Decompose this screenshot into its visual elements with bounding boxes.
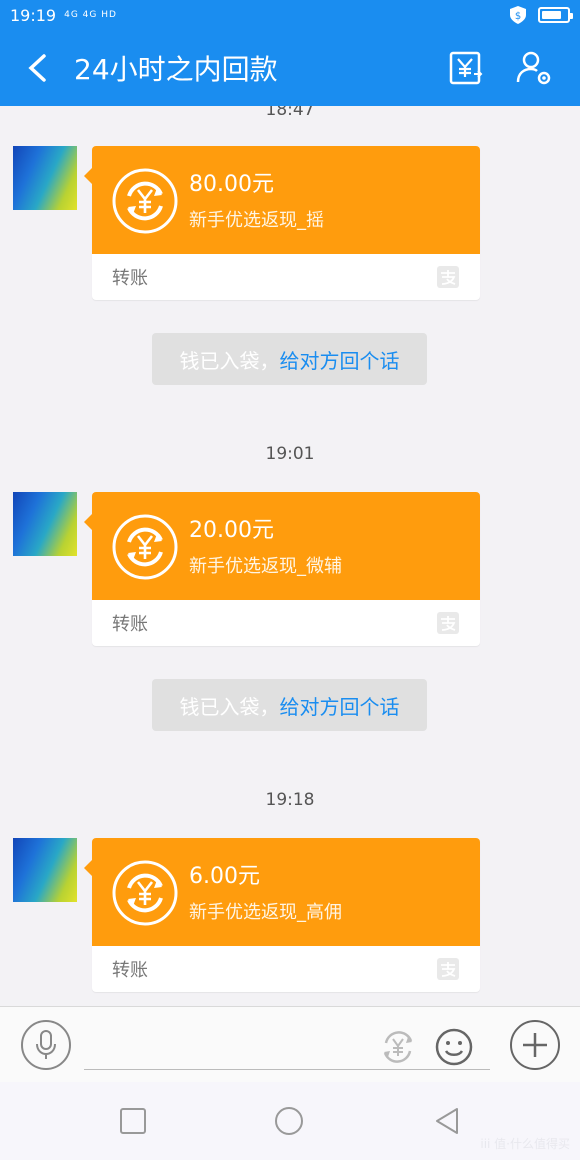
shield-icon: $ — [510, 6, 526, 24]
chat-area[interactable]: 18:47 80.00元 新手优选返现_摇 转账 钱已入袋， 给对方回个话 19:… — [0, 106, 580, 1006]
reply-link[interactable]: 给对方回个话 — [280, 345, 400, 374]
transfer-amount: 6.00元 — [189, 864, 260, 889]
smile-icon[interactable] — [434, 1027, 474, 1067]
transfer-card[interactable]: 20.00元 新手优选返现_微辅 转账 — [84, 492, 480, 646]
timestamp: 19:18 — [265, 790, 315, 810]
transfer-amount: 20.00元 — [189, 518, 274, 543]
back-triangle-icon[interactable] — [432, 1106, 462, 1136]
message-input[interactable] — [84, 1069, 490, 1070]
profile-settings-button[interactable] — [514, 48, 554, 88]
transfer-description: 新手优选返现_摇 — [189, 210, 324, 231]
ack-notice: 钱已入袋， 给对方回个话 — [152, 333, 427, 385]
watermark: iii 值·什么值得买 — [480, 1137, 570, 1151]
transfer-type-label: 转账 — [112, 960, 148, 981]
yen-transfer-icon — [449, 51, 483, 85]
transfer-button[interactable] — [446, 48, 486, 88]
avatar[interactable] — [13, 492, 77, 556]
ack-notice: 钱已入袋， 给对方回个话 — [152, 679, 427, 731]
plus-icon — [523, 1033, 547, 1057]
transfer-card[interactable]: 80.00元 新手优选返现_摇 转账 — [84, 146, 480, 300]
transfer-coin-icon — [112, 514, 178, 580]
timestamp: 19:01 — [265, 444, 315, 464]
ack-text: 钱已入袋， — [179, 694, 280, 719]
transfer-coin-icon — [112, 860, 178, 926]
home-icon[interactable] — [274, 1106, 304, 1136]
system-nav-bar: iii 值·什么值得买 — [0, 1082, 580, 1160]
title-bar: 24小时之内回款 — [0, 30, 580, 106]
voice-button[interactable] — [21, 1020, 71, 1070]
user-settings-icon — [516, 51, 551, 85]
transfer-type-label: 转账 — [112, 614, 148, 635]
microphone-icon — [36, 1030, 56, 1059]
reply-link[interactable]: 给对方回个话 — [280, 691, 400, 720]
transfer-coin-icon — [112, 168, 178, 234]
svg-text:$: $ — [515, 11, 521, 22]
back-button[interactable] — [0, 30, 74, 106]
transfer-amount: 80.00元 — [189, 172, 274, 197]
transfer-description: 新手优选返现_微辅 — [189, 556, 342, 577]
timestamp: 18:47 — [265, 106, 315, 120]
battery-icon — [538, 7, 573, 23]
yen-circle-icon[interactable] — [378, 1027, 418, 1067]
status-time: 19:19 — [10, 5, 57, 25]
ack-text: 钱已入袋， — [179, 348, 280, 373]
status-bar: 19:19 4G 4G HD $ — [0, 0, 580, 30]
transfer-card[interactable]: 6.00元 新手优选返现_高佣 转账 — [84, 838, 480, 992]
back-arrow-icon — [28, 54, 46, 82]
avatar[interactable] — [13, 838, 77, 902]
more-button[interactable] — [510, 1020, 560, 1070]
alipay-logo-icon — [437, 612, 459, 634]
input-bar — [0, 1006, 580, 1082]
network-indicator: 4G 4G HD — [64, 10, 117, 20]
page-title: 24小时之内回款 — [74, 53, 278, 86]
alipay-logo-icon — [437, 266, 459, 288]
transfer-description: 新手优选返现_高佣 — [189, 902, 342, 923]
alipay-logo-icon — [437, 958, 459, 980]
avatar[interactable] — [13, 146, 77, 210]
transfer-type-label: 转账 — [112, 268, 148, 289]
recent-apps-icon[interactable] — [118, 1106, 148, 1136]
